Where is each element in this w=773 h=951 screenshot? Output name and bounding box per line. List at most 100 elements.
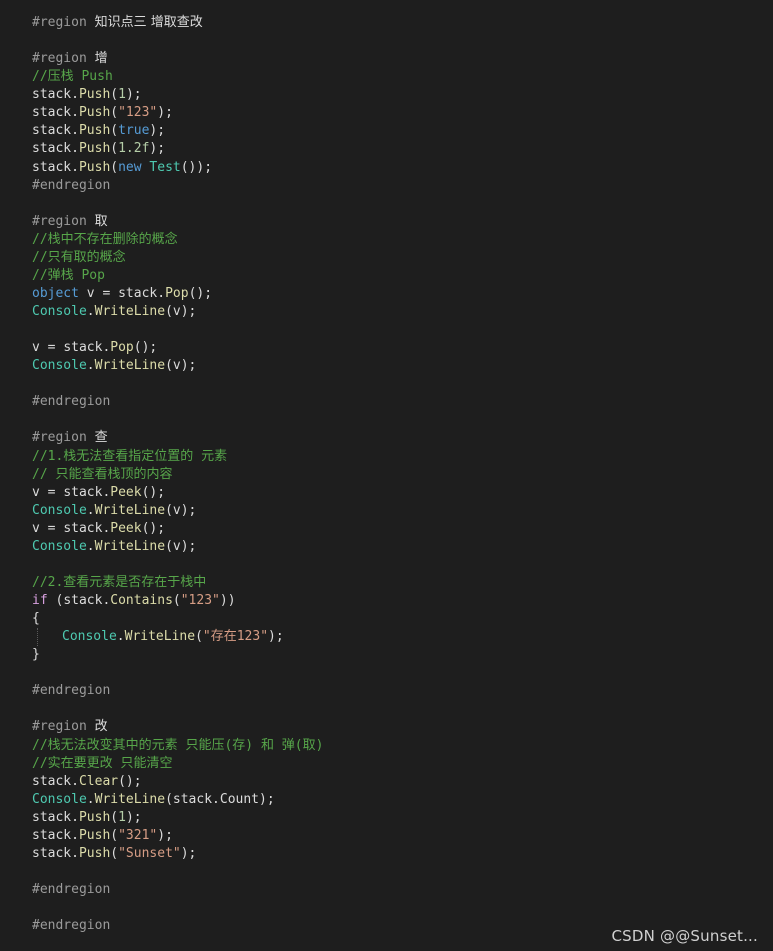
code-comment: //实在要更改 只能清空: [32, 755, 173, 771]
punct: );: [157, 105, 173, 121]
code-line: #region 知识点三 增取查改: [0, 14, 773, 32]
code-line: v = stack.Peek();: [0, 520, 773, 538]
identifier: stack: [63, 593, 103, 608]
endregion-directive: #endregion: [32, 394, 111, 410]
punct: .: [86, 358, 95, 374]
method-name: Push: [78, 141, 111, 157]
identifier: v: [172, 502, 181, 518]
punct: ();: [188, 285, 213, 301]
code-line: Console.WriteLine(v);: [0, 357, 773, 375]
punct: ();: [118, 773, 142, 789]
punct: .: [71, 809, 79, 825]
code-line: //压栈 Push: [0, 68, 773, 86]
region-name: 查: [94, 430, 108, 446]
watermark: CSDN @@Sunset...: [611, 927, 758, 945]
type-name: Test: [149, 159, 181, 175]
code-line: stack.Push("123");: [0, 104, 773, 122]
endregion-directive: #endregion: [32, 683, 111, 699]
code-line: #region 增: [0, 50, 773, 68]
punct: (: [172, 593, 181, 608]
code-line: // 只能查看栈顶的内容: [0, 466, 773, 484]
punct: (: [165, 502, 173, 518]
punct: (: [110, 809, 119, 825]
code-line: stack.Push("321");: [0, 827, 773, 845]
code-line: v = stack.Peek();: [0, 484, 773, 502]
punct: );: [268, 629, 284, 645]
method-name: Peek: [110, 484, 142, 500]
code-comment: //压栈 Push: [32, 69, 113, 85]
brace: {: [32, 611, 40, 627]
punct: .: [71, 141, 79, 157]
code-line: Console.WriteLine(stack.Count);: [0, 791, 773, 809]
code-line: #region 取: [0, 213, 773, 231]
punct: ();: [133, 340, 158, 356]
code-line: #region 查: [0, 429, 773, 447]
method-name: WriteLine: [94, 538, 166, 554]
punct: (: [110, 141, 119, 157]
region-directive: #region: [32, 719, 87, 735]
code-line: stack.Clear();: [0, 773, 773, 791]
region-directive: #region: [32, 213, 87, 229]
string-literal: "123": [118, 105, 158, 121]
code-line: //2.查看元素是否存在于栈中: [0, 574, 773, 592]
identifier: stack: [32, 159, 72, 175]
identifier: stack: [32, 809, 72, 825]
punct: );: [125, 809, 142, 825]
punct: (: [195, 629, 203, 645]
method-name: Pop: [110, 340, 134, 356]
identifier: stack: [32, 773, 72, 789]
identifier: stack: [118, 285, 158, 301]
method-name: Push: [78, 827, 111, 843]
identifier: stack: [32, 845, 72, 861]
keyword: object: [32, 285, 79, 301]
identifier: stack: [63, 340, 103, 356]
punct: );: [149, 141, 166, 157]
punct: .: [86, 304, 95, 319]
method-name: Push: [78, 845, 111, 861]
method-name: WriteLine: [94, 358, 166, 374]
method-name: Clear: [78, 773, 119, 789]
code-line: Console.WriteLine(v);: [0, 538, 773, 556]
punct: (: [110, 159, 119, 175]
method-name: Peek: [110, 520, 142, 536]
number-literal: 1: [118, 87, 126, 103]
punct: .: [71, 827, 79, 843]
punct: ();: [141, 520, 166, 536]
code-line: object v = stack.Pop();: [0, 285, 773, 303]
region-name: 知识点三 增取查改: [94, 15, 203, 30]
region-directive: #region: [32, 51, 87, 67]
code-line: v = stack.Pop();: [0, 339, 773, 357]
string-literal: "123": [180, 593, 220, 608]
identifier: stack: [63, 484, 103, 500]
identifier: stack: [32, 87, 72, 103]
method-name: WriteLine: [124, 629, 196, 645]
identifier: stack: [32, 105, 72, 121]
code-line: if (stack.Contains("123")): [0, 592, 773, 610]
method-name: Push: [78, 87, 111, 103]
punct: (: [165, 358, 173, 374]
type-name: Console: [32, 304, 87, 319]
endregion-directive: #endregion: [32, 882, 111, 897]
type-name: Console: [32, 358, 87, 374]
punct: .: [71, 123, 79, 139]
method-name: Contains: [110, 593, 173, 608]
property-name: Count: [219, 791, 260, 807]
type-name: Console: [32, 502, 87, 518]
punct: .: [71, 845, 79, 861]
code-line: stack.Push(1);: [0, 809, 773, 827]
identifier: v: [32, 484, 40, 500]
code-comment: //1.栈无法查看指定位置的 元素: [32, 448, 228, 464]
identifier: stack: [172, 791, 213, 807]
code-editor[interactable]: #region 知识点三 增取查改 #region 增 //压栈 Push st…: [0, 14, 773, 935]
punct: );: [180, 845, 197, 861]
punct: .: [71, 105, 79, 121]
code-line: {: [0, 610, 773, 628]
punct: );: [180, 538, 197, 554]
number-literal: 1: [118, 809, 126, 825]
